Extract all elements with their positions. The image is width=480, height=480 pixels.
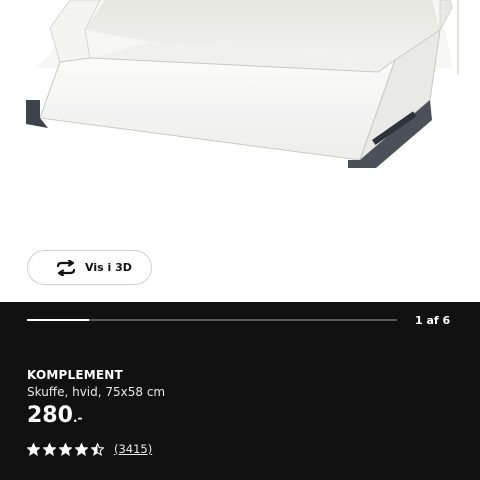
star-full-icon: [75, 442, 88, 456]
product-info-panel: 1 af 6 KOMPLEMENT Skuffe, hvid, 75x58 cm…: [0, 302, 480, 480]
gallery-progress-fill: [27, 319, 89, 321]
rating-stars: [27, 442, 107, 456]
star-full-icon: [43, 442, 56, 456]
product-image-area: Vis i 3D: [0, 0, 480, 302]
product-name[interactable]: KOMPLEMENT: [27, 368, 123, 382]
view-in-3d-button[interactable]: Vis i 3D: [27, 250, 152, 285]
gallery-progress-bar[interactable]: [27, 319, 397, 321]
star-full-icon: [27, 442, 40, 456]
rotate-3d-icon: [55, 259, 77, 276]
review-count-link[interactable]: (3415): [114, 442, 152, 456]
price-main: 280: [27, 403, 73, 428]
star-full-icon: [59, 442, 72, 456]
product-description: Skuffe, hvid, 75x58 cm: [27, 385, 166, 399]
gallery-pager: 1 af 6: [415, 314, 451, 327]
rating[interactable]: (3415): [27, 442, 152, 456]
star-half-icon: [91, 442, 104, 456]
price-suffix: .-: [72, 411, 83, 425]
view-in-3d-label: Vis i 3D: [85, 261, 132, 274]
product-price: 280.-: [27, 403, 82, 428]
